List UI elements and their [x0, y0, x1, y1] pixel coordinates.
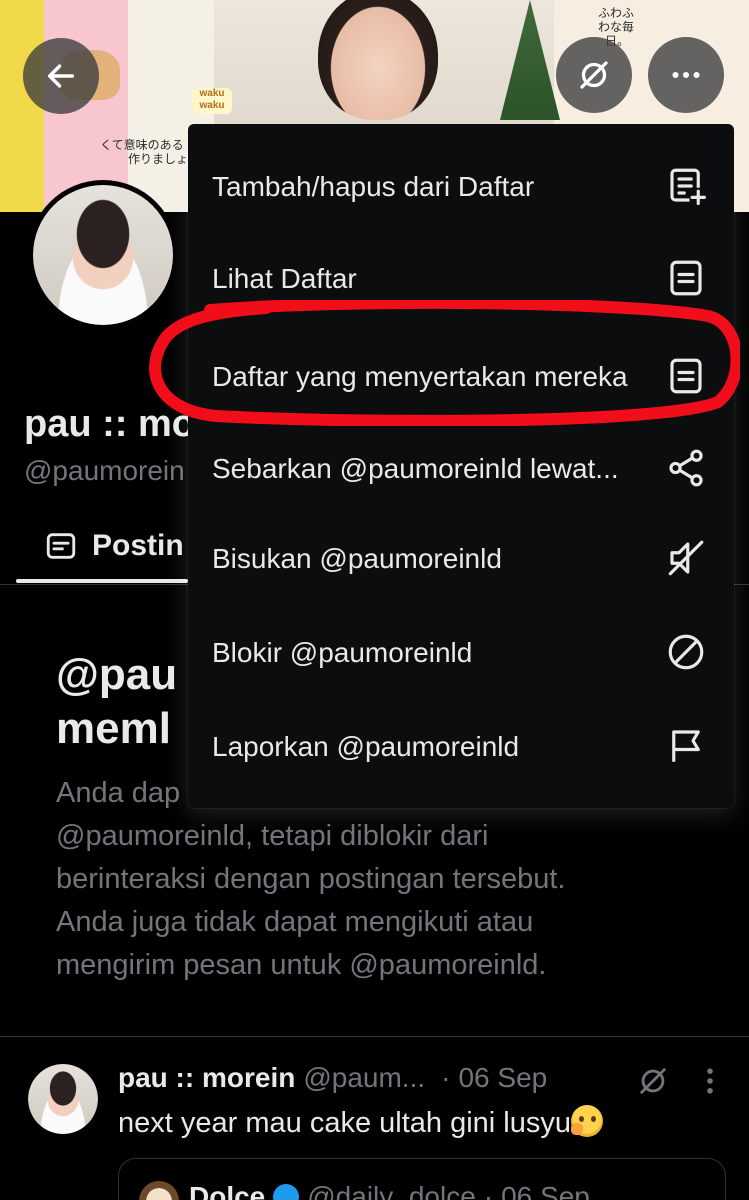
menu-item-view-lists[interactable]: Lihat Daftar — [188, 246, 734, 310]
grok-icon — [580, 61, 608, 89]
list-icon — [664, 354, 708, 398]
tab-posts-label: Postin — [92, 529, 184, 562]
quoted-post-date: 06 Sep — [501, 1181, 590, 1200]
post-more-button[interactable] — [696, 1064, 724, 1098]
share-icon — [664, 446, 708, 490]
menu-item-lists-including-them[interactable]: Daftar yang menyertakan mereka — [188, 328, 734, 424]
quoted-author-avatar — [139, 1181, 179, 1200]
menu-item-label: Bisukan @paumoreinld — [212, 542, 502, 574]
menu-item-report[interactable]: Laporkan @paumoreinld — [188, 714, 734, 778]
profile-avatar[interactable] — [28, 180, 178, 330]
banner-photo — [318, 0, 438, 120]
more-horizontal-icon — [672, 72, 700, 78]
more-vertical-icon — [707, 1068, 713, 1094]
quoted-author-handle: @daily_dolce — [307, 1181, 476, 1200]
grok-button[interactable] — [556, 37, 632, 113]
quoted-post-card[interactable]: Dolce @daily_dolce · 06 Sep — [118, 1158, 726, 1200]
profile-name: pau :: mo — [24, 403, 195, 445]
menu-item-label: Lihat Daftar — [212, 262, 357, 294]
profile-handle: @paumorein — [24, 455, 185, 486]
menu-item-mute[interactable]: Bisukan @paumoreinld — [188, 526, 734, 590]
post-date[interactable]: 06 Sep — [458, 1062, 547, 1094]
list-add-icon — [664, 164, 708, 208]
menu-item-share-profile[interactable]: Sebarkan @paumoreinld lewat... — [188, 420, 734, 516]
menu-item-label: Daftar yang menyertakan mereka — [212, 360, 628, 392]
quoted-post-header: Dolce @daily_dolce · 06 Sep — [189, 1181, 590, 1200]
banner-waku-sticker: waku waku — [192, 88, 232, 114]
flag-icon — [664, 724, 708, 768]
profile-options-menu: Tambah/hapus dari Daftar Lihat Daftar Da… — [188, 124, 734, 808]
menu-item-label: Blokir @paumoreinld — [212, 636, 473, 668]
menu-item-label: Sebarkan @paumoreinld lewat... — [212, 452, 619, 484]
tab-posts[interactable]: Postin — [16, 510, 196, 582]
quoted-post-separator: · — [483, 1181, 494, 1200]
post-text: next year mau cake ultah gini lusyu — [118, 1105, 603, 1140]
feed-divider — [0, 1036, 749, 1037]
banner-jp-text: ふわふ — [598, 6, 635, 20]
menu-item-add-remove-list[interactable]: Tambah/hapus dari Daftar — [188, 154, 734, 218]
block-icon — [664, 630, 708, 674]
quoted-author-name: Dolce — [189, 1181, 266, 1200]
mute-icon — [664, 536, 708, 580]
menu-item-block[interactable]: Blokir @paumoreinld — [188, 620, 734, 684]
thinking-face-emoji — [570, 1105, 603, 1137]
post-text-content: next year mau cake ultah gini lusyu — [118, 1107, 571, 1139]
banner-jp-text: 作りましょ — [128, 152, 189, 166]
banner-jp-text: くて意味のある — [100, 138, 184, 152]
post-author-avatar[interactable] — [28, 1064, 98, 1134]
banner-jp-text: わな毎 — [598, 20, 635, 34]
menu-item-label: Laporkan @paumoreinld — [212, 730, 520, 762]
list-icon — [664, 256, 708, 300]
post-grok-button[interactable] — [636, 1064, 670, 1098]
post-separator: · — [441, 1062, 451, 1093]
post-author-handle[interactable]: @paum... — [303, 1062, 425, 1094]
post-author-name[interactable]: pau :: morein — [118, 1062, 295, 1094]
active-tab-indicator — [16, 579, 188, 583]
arrow-left-icon — [47, 64, 75, 88]
back-button[interactable] — [23, 38, 99, 114]
menu-item-label: Tambah/hapus dari Daftar — [212, 170, 535, 202]
grok-icon — [640, 1068, 666, 1094]
more-options-button[interactable] — [648, 37, 724, 113]
posts-icon — [46, 533, 76, 559]
post-header: pau :: morein @paum... · 06 Sep — [118, 1062, 638, 1094]
verified-badge-icon — [273, 1184, 300, 1200]
